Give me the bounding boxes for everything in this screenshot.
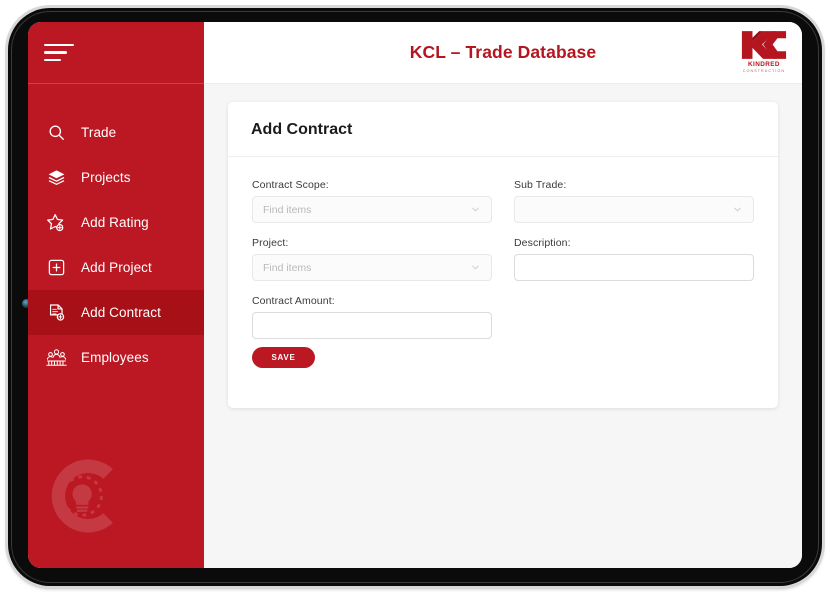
logo-brand-name: KINDRED	[748, 61, 780, 69]
hamburger-line-2	[44, 51, 67, 54]
sidebar-item-label: Add Project	[81, 260, 152, 275]
add-contract-form: Contract Scope: Find items Sub Trade: Pr…	[228, 157, 778, 408]
contract-scope-value: Find items	[263, 203, 312, 216]
card-title: Add Contract	[228, 102, 778, 157]
hamburger-line-1	[44, 43, 74, 47]
search-icon	[45, 122, 67, 144]
kindred-construction-logo: KINDRED CONSTRUCTION	[738, 28, 790, 76]
form-grid-spacer	[514, 295, 754, 382]
app-body: Trade Projects Add Rating Add Project Ad…	[28, 84, 802, 568]
logo-brand-sub: CONSTRUCTION	[742, 69, 786, 74]
sidebar-item-label: Projects	[81, 170, 131, 185]
field-description: Description:	[514, 237, 754, 281]
sidebar-item-add-project[interactable]: Add Project	[28, 245, 204, 290]
field-project: Project: Find items	[252, 237, 492, 281]
star-plus-icon	[45, 212, 67, 234]
contract-scope-select[interactable]: Find items	[252, 196, 492, 223]
square-plus-icon	[45, 257, 67, 279]
sub-trade-select[interactable]	[514, 196, 754, 223]
document-plus-icon	[45, 302, 67, 324]
c-lightbulb-watermark-icon	[51, 459, 113, 533]
sidebar-item-label: Add Rating	[81, 215, 149, 230]
page-title: KCL – Trade Database	[409, 42, 597, 62]
field-contract-amount: Contract Amount: SAVE	[252, 295, 492, 368]
contract-amount-input[interactable]	[252, 312, 492, 339]
sidebar-item-label: Employees	[81, 350, 149, 365]
sidebar-navigation: Trade Projects Add Rating Add Project Ad…	[28, 84, 204, 568]
project-value: Find items	[263, 261, 312, 274]
sidebar-item-add-rating[interactable]: Add Rating	[28, 200, 204, 245]
project-label: Project:	[252, 237, 289, 249]
chevron-down-icon	[470, 204, 481, 215]
people-group-icon	[45, 347, 67, 369]
save-button[interactable]: SAVE	[252, 347, 315, 368]
sidebar-item-label: Trade	[81, 125, 117, 140]
hamburger-line-3	[44, 58, 61, 62]
kc-monogram-icon	[741, 31, 787, 60]
description-label: Description:	[514, 237, 571, 249]
chevron-down-icon	[470, 262, 481, 273]
field-contract-scope: Contract Scope: Find items	[252, 179, 492, 223]
project-select[interactable]: Find items	[252, 254, 492, 281]
sidebar-item-label: Add Contract	[81, 305, 161, 320]
header-menu-area	[28, 22, 204, 84]
hamburger-menu-icon[interactable]	[44, 43, 74, 62]
sidebar-item-trade[interactable]: Trade	[28, 110, 204, 155]
sidebar-item-projects[interactable]: Projects	[28, 155, 204, 200]
chevron-down-icon	[732, 204, 743, 215]
add-contract-card: Add Contract Contract Scope: Find items	[228, 102, 778, 408]
sub-trade-label: Sub Trade:	[514, 179, 567, 191]
layers-icon	[45, 167, 67, 189]
form-grid: Contract Scope: Find items Sub Trade: Pr…	[252, 179, 754, 382]
app-header: KCL – Trade Database KINDRED CONSTRUCTIO…	[28, 22, 802, 84]
field-sub-trade: Sub Trade:	[514, 179, 754, 223]
contract-amount-label: Contract Amount:	[252, 295, 335, 307]
contract-scope-label: Contract Scope:	[252, 179, 329, 191]
header-title-area: KCL – Trade Database KINDRED CONSTRUCTIO…	[204, 22, 802, 84]
description-input[interactable]	[514, 254, 754, 281]
sidebar-item-add-contract[interactable]: Add Contract	[28, 290, 204, 335]
sidebar-item-employees[interactable]: Employees	[28, 335, 204, 380]
tablet-screen: KCL – Trade Database KINDRED CONSTRUCTIO…	[28, 22, 802, 568]
content-area: Add Contract Contract Scope: Find items	[204, 84, 802, 568]
